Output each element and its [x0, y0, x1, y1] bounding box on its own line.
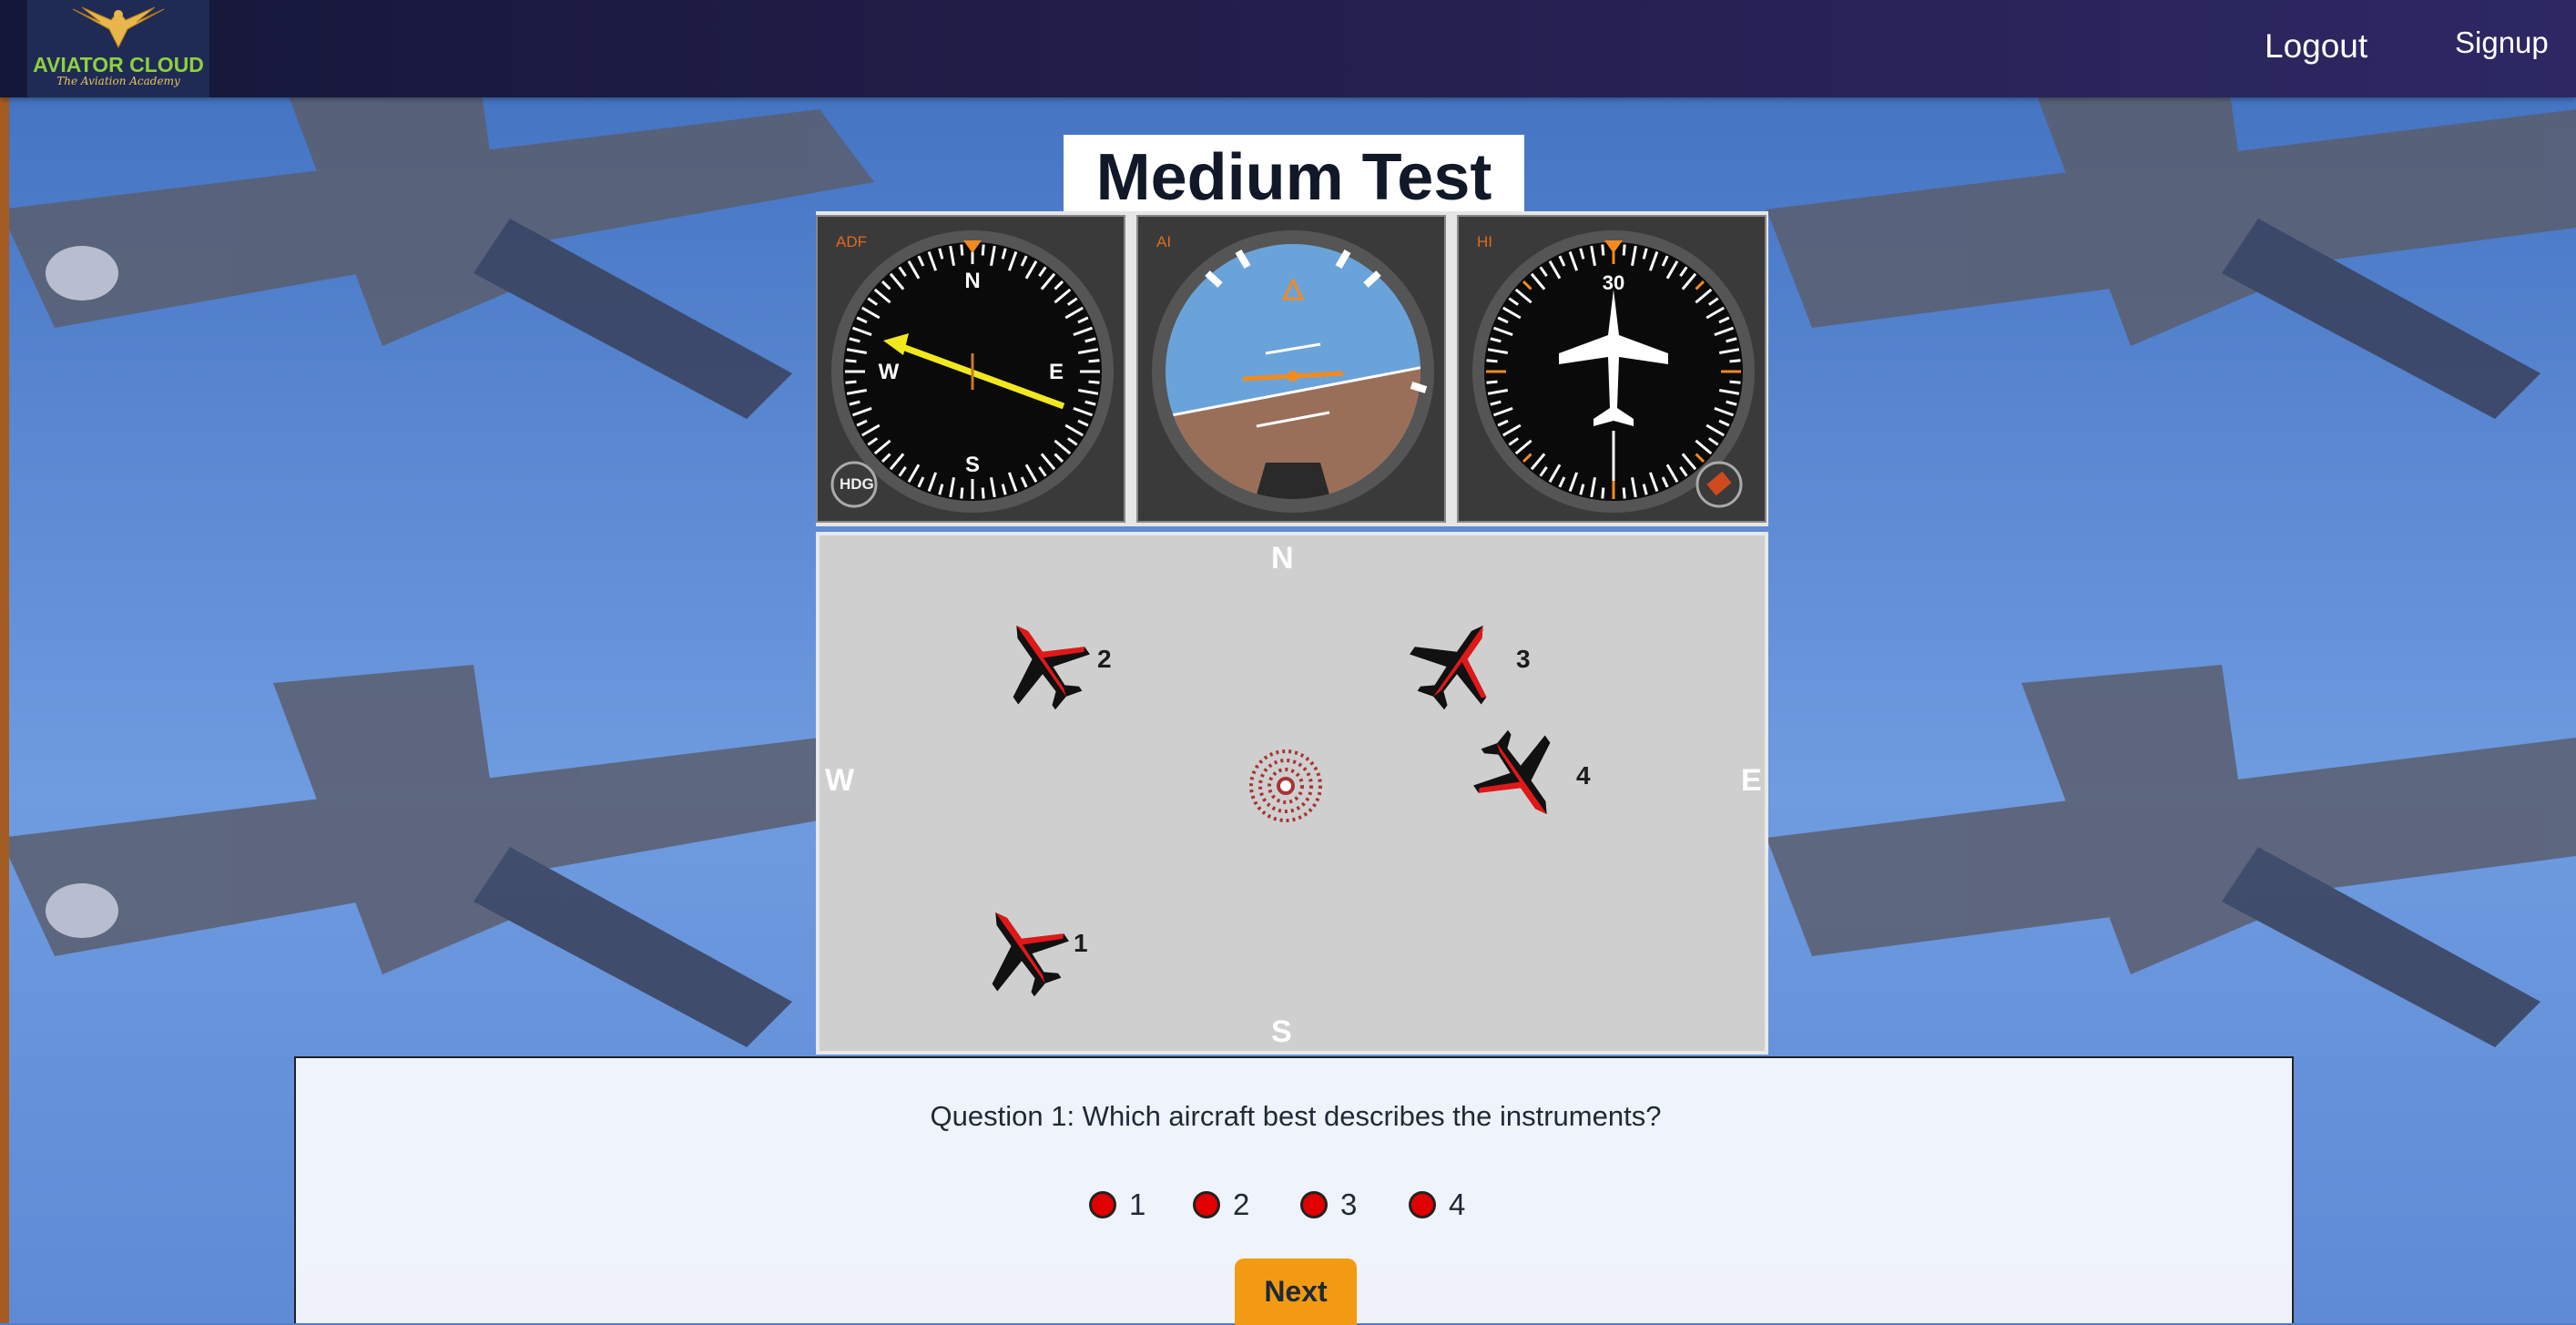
- aircraft-map: N S W E 1 2 3 4: [816, 532, 1768, 1055]
- hi-label: HI: [1477, 233, 1492, 250]
- logo-title: AVIATOR CLOUD: [33, 53, 204, 76]
- hdg-knob-label: HDG: [840, 475, 874, 493]
- answer-option-2[interactable]: 2: [1193, 1182, 1249, 1228]
- page-title: Medium Test: [1095, 141, 1492, 214]
- eagle-icon: [72, 6, 165, 49]
- logo-subtitle: The Aviation Academy: [56, 75, 180, 87]
- answer-option-label: 3: [1340, 1187, 1358, 1221]
- adf-label: ADF: [836, 233, 867, 250]
- question-card: Question 1: Which aircraft best describe…: [294, 1056, 2296, 1325]
- aircraft-1-label: 1: [1074, 929, 1088, 957]
- map-north-label: N: [1271, 541, 1294, 576]
- logout-link[interactable]: Logout: [2265, 27, 2367, 66]
- aircraft-4-icon[interactable]: [1459, 715, 1583, 840]
- answer-option-label: 1: [1129, 1187, 1146, 1221]
- test-title-box: Medium Test: [1064, 135, 1524, 214]
- aircraft-3-label: 3: [1516, 645, 1531, 673]
- answer-option-label: 4: [1449, 1187, 1466, 1221]
- aviator-cloud-logo[interactable]: AVIATOR CLOUD The Aviation Academy: [27, 0, 209, 97]
- radio-button[interactable]: [1089, 1191, 1116, 1218]
- aircraft-4-label: 4: [1576, 761, 1591, 790]
- adf-instrument: N S E W ADF HDG: [816, 215, 1125, 523]
- next-button[interactable]: Next: [1235, 1259, 1357, 1325]
- question-text: Question 1: Which aircraft best describe…: [930, 1100, 1662, 1132]
- svg-text:E: E: [1049, 360, 1064, 384]
- station-beacon-icon: [1249, 749, 1322, 822]
- aircraft-1-icon[interactable]: [960, 888, 1084, 1013]
- svg-text:W: W: [879, 360, 900, 384]
- answer-option-1[interactable]: 1: [1089, 1182, 1145, 1228]
- answer-option-4[interactable]: 4: [1409, 1182, 1465, 1228]
- answer-option-label: 2: [1233, 1187, 1250, 1221]
- hi-instrument: 30 HI: [1457, 215, 1767, 523]
- top-navbar: AVIATOR CLOUD The Aviation Academy Logou…: [0, 0, 2576, 97]
- ai-label: AI: [1156, 233, 1172, 250]
- map-west-label: W: [825, 763, 855, 798]
- ai-instrument: AI: [1136, 215, 1446, 523]
- svg-text:N: N: [964, 269, 980, 293]
- radio-button[interactable]: [1300, 1191, 1328, 1218]
- map-canvas: [960, 601, 1583, 1013]
- heading-indicator-icon: 30: [1472, 230, 1755, 513]
- radio-button[interactable]: [1409, 1191, 1436, 1218]
- aircraft-2-label: 2: [1097, 645, 1112, 673]
- answer-options: 1 2 3 4: [296, 1182, 2296, 1228]
- aircraft-3-icon[interactable]: [1395, 601, 1519, 726]
- attitude-indicator-icon: [1152, 230, 1434, 513]
- aircraft-2-icon[interactable]: [981, 601, 1105, 726]
- radio-button[interactable]: [1193, 1191, 1220, 1218]
- map-south-label: S: [1271, 1014, 1292, 1049]
- svg-text:S: S: [965, 453, 980, 477]
- instrument-panel: N S E W ADF HDG AI 30 HI: [816, 211, 1768, 526]
- map-east-label: E: [1741, 763, 1762, 798]
- answer-option-3[interactable]: 3: [1300, 1182, 1357, 1228]
- signup-link[interactable]: Signup: [2455, 25, 2549, 60]
